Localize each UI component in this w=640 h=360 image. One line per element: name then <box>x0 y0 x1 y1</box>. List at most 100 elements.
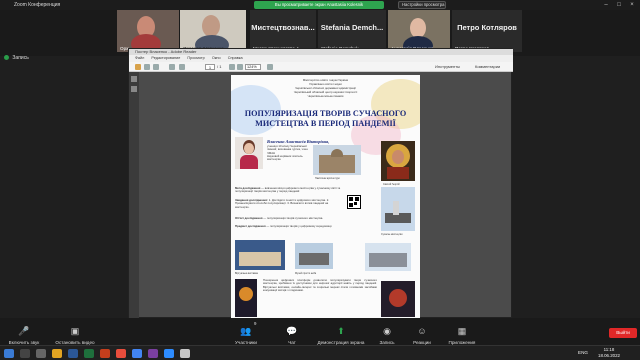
caption-4: Музей просто неба <box>295 272 317 275</box>
share-screen-button[interactable]: ⬆ Демонстрация экрана <box>312 326 370 345</box>
poster-conclusion: Поширення цифрових платформ дозволило по… <box>263 278 377 293</box>
recording-indicator: Запись <box>4 55 29 61</box>
building-photo <box>313 145 361 175</box>
participants-button[interactable]: 👥 Участники <box>228 326 264 345</box>
next-page-icon[interactable] <box>179 64 185 70</box>
chrome-icon[interactable] <box>132 349 142 358</box>
menu-file[interactable]: Файл <box>135 56 144 60</box>
participant-tile[interactable]: Stefania Demch... Stefania Demchuk <box>318 10 386 52</box>
fit-page-icon[interactable] <box>267 64 273 70</box>
participant-tile[interactable]: Орж <box>117 10 179 52</box>
caption-3: Віртуальна виставка <box>235 272 258 275</box>
object-text: — популяризація творів сучасного мистецт… <box>262 216 324 220</box>
minimize-icon[interactable]: – <box>600 0 612 10</box>
pdf-sidebar <box>129 72 139 319</box>
start-icon[interactable] <box>4 349 14 358</box>
unmute-button[interactable]: 🎤 Включить звук <box>4 326 44 345</box>
attachments-icon[interactable] <box>131 86 137 92</box>
exhibit-photo <box>295 243 333 269</box>
poster-header-line: Чернігівська міська гімназія <box>307 94 344 98</box>
participant-tile[interactable]: Анастасія Власенко <box>388 10 450 52</box>
recording-label: Запись <box>12 55 29 61</box>
open-icon[interactable] <box>135 64 141 70</box>
shield-icon <box>4 55 9 61</box>
qr-code <box>347 195 361 209</box>
menu-edit[interactable]: Редактирование <box>151 56 180 60</box>
menu-help[interactable]: Справка <box>228 56 243 60</box>
caption-5: Сучасне мистецтво <box>381 233 403 236</box>
leave-meeting-button[interactable]: Выйти <box>609 328 637 338</box>
excel-icon[interactable] <box>84 349 94 358</box>
maximize-icon[interactable]: □ <box>613 0 625 10</box>
caption-2: Пам'ятник архітектури <box>315 177 340 180</box>
zoom-icon[interactable] <box>164 349 174 358</box>
participant-name: Петро Котляров <box>457 23 517 32</box>
search-icon[interactable] <box>20 349 30 358</box>
participant-tile[interactable]: Мистецтвознав... Мистецтвознавство А... <box>250 10 316 52</box>
subject-heading: Предмет дослідження <box>235 224 266 228</box>
pdf-page: Міністерство освіти і науки України Упра… <box>231 75 420 319</box>
chat-icon: 💬 <box>286 326 298 336</box>
system-clock[interactable]: 11:18 18.06.2022 <box>598 347 620 359</box>
caption-1: Святий Георгій <box>383 183 400 186</box>
pages-panel-icon[interactable] <box>131 76 137 82</box>
stop-video-button[interactable]: ▣ Остановить видео <box>52 326 98 345</box>
participant-name: Stefania Demch... <box>320 23 384 32</box>
page-count: / 1 <box>217 64 222 69</box>
acrobat-icon[interactable] <box>116 349 126 358</box>
author-photo <box>235 137 263 169</box>
pdf-toolbar: 1 / 1 124% Инструменты Комментарии <box>129 62 513 72</box>
participant-tile[interactable]: Ярослав Шевченко <box>180 10 246 52</box>
share-screen-icon: ⬆ <box>337 326 345 336</box>
artwork-image <box>235 279 257 317</box>
poster-tasks: Завдання дослідження: 1. Дослідити понят… <box>235 198 343 209</box>
clock-date: 18.06.2022 <box>598 353 620 358</box>
reactions-icon: ☺ <box>417 326 427 336</box>
email-icon[interactable] <box>153 64 159 70</box>
poster-object: Об'єкт дослідження — популяризація творі… <box>235 216 343 220</box>
tools-button[interactable]: Инструменты <box>435 63 460 71</box>
viber-icon[interactable] <box>148 349 158 358</box>
zoom-out-icon[interactable] <box>229 64 235 70</box>
page-number-input[interactable]: 1 <box>205 64 215 70</box>
print-icon[interactable] <box>144 64 150 70</box>
participants-icon: 👥 <box>240 326 252 336</box>
microphone-muted-icon: 🎤 <box>18 326 30 336</box>
os-taskbar: ENG 11:18 18.06.2022 <box>0 345 640 360</box>
zoom-select[interactable]: 124% <box>245 64 261 70</box>
subject-text: — популяризація творів у цифровому серед… <box>265 224 333 228</box>
app-title: Zoom Конференция <box>14 2 61 8</box>
apps-button[interactable]: ▦ Приложения <box>442 326 482 345</box>
poster-title: ПОПУЛЯРИЗАЦІЯ ТВОРІВ СУЧАСНОГО МИСТЕЦТВА… <box>244 109 407 128</box>
close-icon[interactable]: × <box>626 0 638 10</box>
participants-count: 9 <box>254 321 257 326</box>
view-options-button[interactable]: Настройки просмотра ▾ <box>398 1 446 13</box>
video-camera-icon: ▣ <box>70 326 80 336</box>
sculpture-photo <box>381 187 415 231</box>
comments-button[interactable]: Комментарии <box>475 63 500 71</box>
object-heading: Об'єкт дослідження <box>235 216 263 220</box>
exhibit-photo <box>235 240 285 270</box>
file-explorer-icon[interactable] <box>52 349 62 358</box>
pdf-menu-bar: Файл Редактирование Просмотр Окно Справк… <box>129 55 513 62</box>
record-icon: ◉ <box>383 326 391 336</box>
participant-name: Мистецтвознав... <box>251 23 315 32</box>
menu-view[interactable]: Просмотр <box>187 56 204 60</box>
powerpoint-icon[interactable] <box>100 349 110 358</box>
word-icon[interactable] <box>68 349 78 358</box>
task-view-icon[interactable] <box>36 349 46 358</box>
prev-page-icon[interactable] <box>169 64 175 70</box>
language-indicator[interactable]: ENG <box>578 350 588 355</box>
shared-pdf-window: Постер Власенко - Adobe Reader Файл Реда… <box>128 48 513 319</box>
poster-goal: Мета дослідження — вивчення місця цифров… <box>235 186 343 194</box>
menu-window[interactable]: Окно <box>212 56 221 60</box>
record-button[interactable]: ◉ Запись <box>374 326 400 345</box>
zoom-in-icon[interactable] <box>237 64 243 70</box>
apps-icon: ▦ <box>457 326 467 336</box>
participant-tile[interactable]: Петро Котляров Петро Котляров <box>452 10 522 52</box>
reactions-button[interactable]: ☺ Реакции <box>406 326 438 345</box>
chat-button[interactable]: 💬 Чат <box>280 326 304 345</box>
media-player-icon[interactable] <box>180 349 190 358</box>
artwork-image <box>381 281 415 317</box>
painting-image <box>381 141 415 181</box>
